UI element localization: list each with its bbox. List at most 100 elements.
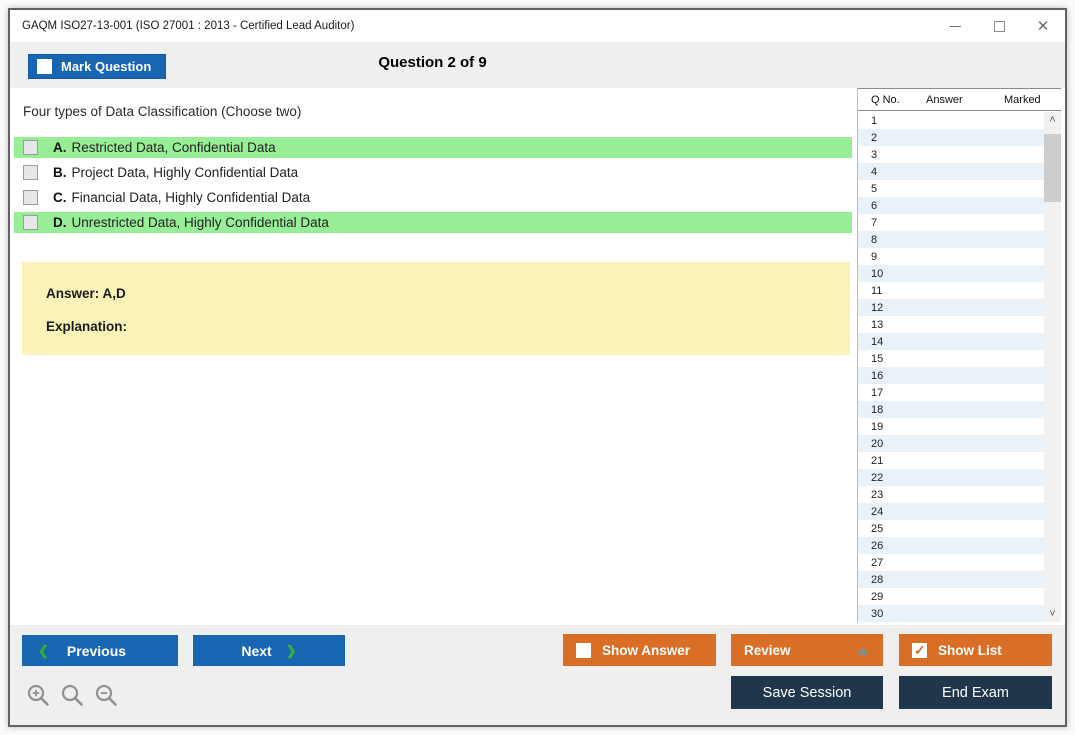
question-list-row[interactable]: 6 xyxy=(858,197,1044,214)
explanation-label: Explanation: xyxy=(46,319,128,334)
question-list-header: Q No. Answer Marked xyxy=(858,88,1061,111)
end-exam-button[interactable]: End Exam xyxy=(899,676,1052,709)
question-list-row[interactable]: 26 xyxy=(858,537,1044,554)
question-list-scrollbar[interactable]: ˄ ˅ xyxy=(1044,112,1061,622)
question-list-row[interactable]: 3 xyxy=(858,146,1044,163)
previous-label: Previous xyxy=(66,642,127,659)
question-number: 28 xyxy=(871,573,884,586)
save-session-button[interactable]: Save Session xyxy=(731,676,883,709)
question-number: 9 xyxy=(871,250,878,263)
question-list-row[interactable]: 27 xyxy=(858,554,1044,571)
option-checkbox[interactable] xyxy=(23,215,38,230)
question-number: 22 xyxy=(871,471,884,484)
question-list-row[interactable]: 4 xyxy=(858,163,1044,180)
question-number: 13 xyxy=(871,318,884,331)
question-list-row[interactable]: 10 xyxy=(858,265,1044,282)
question-number: 16 xyxy=(871,369,884,382)
zoom-in-icon[interactable] xyxy=(26,683,51,708)
review-button[interactable]: Review xyxy=(731,634,883,666)
question-number: 20 xyxy=(871,437,884,450)
close-icon: ✕ xyxy=(1036,17,1050,35)
zoom-reset-icon[interactable] xyxy=(60,683,85,708)
question-number: 11 xyxy=(871,284,883,297)
option-checkbox[interactable] xyxy=(23,190,38,205)
question-list-row[interactable]: 11 xyxy=(858,282,1044,299)
question-number: 21 xyxy=(871,454,884,467)
question-list-row[interactable]: 15 xyxy=(858,350,1044,367)
question-number: 7 xyxy=(871,216,878,229)
answer-text: Answer: A,D xyxy=(46,286,126,301)
question-list-row[interactable]: 8 xyxy=(858,231,1044,248)
question-list-row[interactable]: 24 xyxy=(858,503,1044,520)
question-list-row[interactable]: 13 xyxy=(858,316,1044,333)
question-list-row[interactable]: 19 xyxy=(858,418,1044,435)
question-number: 25 xyxy=(871,522,884,535)
scroll-up-icon[interactable]: ˄ xyxy=(1044,112,1061,128)
show-answer-checkbox[interactable] xyxy=(576,642,591,658)
question-area: Four types of Data Classification (Choos… xyxy=(10,88,858,625)
question-list-row[interactable]: 9 xyxy=(858,248,1044,265)
next-button[interactable]: Next ❯ xyxy=(193,635,345,666)
option-letter: A. xyxy=(53,140,67,155)
question-number: 2 xyxy=(871,131,878,144)
question-list-row[interactable]: 2 xyxy=(858,129,1044,146)
question-number: 4 xyxy=(871,165,878,178)
question-list-rows: 1 2 3 4 5 6 7 8 9 10 11 12 13 14 15 16 17 18 19 20 21 22 23 24 2… xyxy=(858,112,1044,622)
footer-bar: ❮ Previous Next ❯ Show Answer Review Sho… xyxy=(10,625,1065,725)
scroll-thumb[interactable] xyxy=(1044,134,1061,202)
question-list-row[interactable]: 5 xyxy=(858,180,1044,197)
question-number: 10 xyxy=(871,267,884,280)
column-header-answer: Answer xyxy=(926,94,963,106)
minimize-button[interactable] xyxy=(933,10,977,42)
option-row-a[interactable]: A. Restricted Data, Confidential Data xyxy=(14,137,852,158)
question-list-row[interactable]: 14 xyxy=(858,333,1044,350)
question-list-row[interactable]: 28 xyxy=(858,571,1044,588)
option-text: Restricted Data, Confidential Data xyxy=(71,140,276,155)
question-list-row[interactable]: 20 xyxy=(858,435,1044,452)
previous-button[interactable]: ❮ Previous xyxy=(22,635,178,666)
option-text: Project Data, Highly Confidential Data xyxy=(71,165,299,180)
option-row-c[interactable]: C. Financial Data, Highly Confidential Da… xyxy=(14,187,852,208)
question-number: 23 xyxy=(871,488,884,501)
question-list-row[interactable]: 30 xyxy=(858,605,1044,622)
question-list-row[interactable]: 22 xyxy=(858,469,1044,486)
question-number: 1 xyxy=(871,114,878,127)
option-checkbox[interactable] xyxy=(23,140,38,155)
question-list-row[interactable]: 25 xyxy=(858,520,1044,537)
question-number: 12 xyxy=(871,301,884,314)
option-row-d[interactable]: D. Unrestricted Data, Highly Confidential… xyxy=(14,212,852,233)
question-number: 18 xyxy=(871,403,884,416)
show-list-checkbox[interactable] xyxy=(912,642,927,659)
question-number: 3 xyxy=(871,148,878,161)
maximize-button[interactable] xyxy=(977,10,1021,42)
title-bar: GAQM ISO27-13-001 (ISO 27001 : 2013 - Ce… xyxy=(10,10,1065,42)
question-text: Four types of Data Classification (Choos… xyxy=(23,104,302,119)
question-number: 30 xyxy=(871,607,884,620)
question-number: 8 xyxy=(871,233,878,246)
question-list-row[interactable]: 16 xyxy=(858,367,1044,384)
question-list-row[interactable]: 1 xyxy=(858,112,1044,129)
question-list-row[interactable]: 7 xyxy=(858,214,1044,231)
show-list-button[interactable]: Show List xyxy=(899,634,1052,666)
next-label: Next xyxy=(241,642,272,659)
option-row-b[interactable]: B. Project Data, Highly Confidential Data xyxy=(14,162,852,183)
window-controls: ✕ xyxy=(933,10,1065,42)
question-number: 29 xyxy=(871,590,884,603)
question-list-row[interactable]: 12 xyxy=(858,299,1044,316)
option-text: Financial Data, Highly Confidential Data xyxy=(71,190,311,205)
show-answer-button[interactable]: Show Answer xyxy=(563,634,716,666)
question-list-panel: Q No. Answer Marked 1 2 3 4 5 6 7 8 9 10 11 12 13 14 1… xyxy=(857,88,1061,622)
question-list-row[interactable]: 17 xyxy=(858,384,1044,401)
show-list-label: Show List xyxy=(938,642,1002,658)
zoom-out-icon[interactable] xyxy=(94,683,119,708)
question-list-row[interactable]: 29 xyxy=(858,588,1044,605)
question-list-row[interactable]: 21 xyxy=(858,452,1044,469)
option-checkbox[interactable] xyxy=(23,165,38,180)
question-number: 5 xyxy=(871,182,878,195)
question-list-row[interactable]: 23 xyxy=(858,486,1044,503)
question-list-row[interactable]: 18 xyxy=(858,401,1044,418)
scroll-down-icon[interactable]: ˅ xyxy=(1044,606,1061,622)
header-strip: Mark Question Question 2 of 9 xyxy=(10,42,1065,88)
option-letter: C. xyxy=(53,190,67,205)
close-button[interactable]: ✕ xyxy=(1021,10,1065,42)
